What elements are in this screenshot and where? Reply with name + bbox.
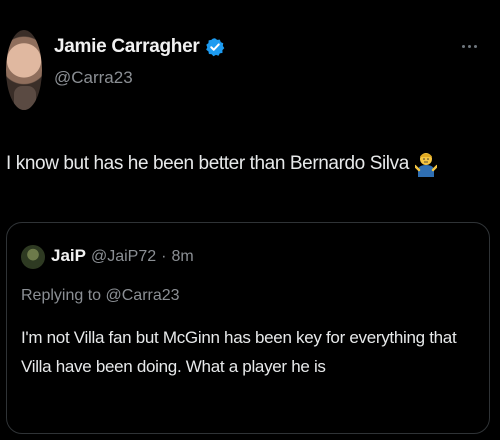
- dot: [468, 44, 471, 48]
- author-avatar[interactable]: [6, 30, 42, 110]
- dot: [474, 44, 477, 48]
- author-handle[interactable]: @Carra23: [54, 68, 133, 88]
- quoted-author-avatar[interactable]: [21, 245, 45, 269]
- quoted-tweet-text: I'm not Villa fan but McGinn has been ke…: [21, 328, 457, 376]
- quoted-author-handle[interactable]: @JaiP72: [91, 248, 156, 266]
- more-options-icon[interactable]: [462, 42, 484, 50]
- tweet-text: I know but has he been better than Berna…: [6, 151, 437, 177]
- author-name-row: Jamie Carragher: [54, 34, 225, 60]
- tweet-card: Jamie Carragher @Carra23 I know but has …: [0, 0, 500, 440]
- quoted-tweet[interactable]: JaiP @JaiP72 · 8m Replying to @Carra23 I…: [6, 222, 490, 434]
- dot: [462, 44, 465, 48]
- replying-to-label[interactable]: Replying to @Carra23: [21, 287, 180, 305]
- author-display-name[interactable]: Jamie Carragher: [54, 36, 200, 58]
- verified-badge-icon: [206, 38, 225, 57]
- person-shrugging-emoji-icon: [414, 153, 437, 177]
- quoted-separator: ·: [161, 248, 167, 265]
- quoted-timestamp[interactable]: 8m: [171, 248, 193, 266]
- quoted-author-name[interactable]: JaiP: [51, 246, 86, 266]
- tweet-text-content: I know but has he been better than Berna…: [6, 153, 409, 174]
- quoted-tweet-header: JaiP @JaiP72 · 8m: [51, 246, 194, 266]
